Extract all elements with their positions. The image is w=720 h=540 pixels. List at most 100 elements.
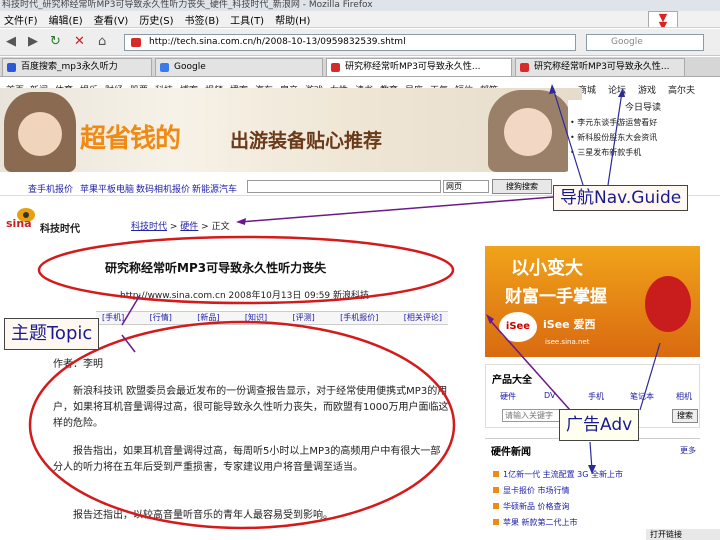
- channel-name: 科技时代: [40, 224, 80, 235]
- products-heading: 产品大全: [492, 375, 532, 386]
- product-category[interactable]: 笔记本: [630, 391, 654, 402]
- product-category[interactable]: DV: [544, 391, 556, 400]
- quick-link[interactable]: 查手机报价: [28, 182, 73, 195]
- ad-url: isee.sina.net: [545, 338, 590, 346]
- menu-bar: 文件(F) 编辑(E) 查看(V) 历史(S) 书签(B) 工具(T) 帮助(H…: [0, 11, 720, 28]
- banner-subtitle: 出游装备贴心推荐: [230, 130, 383, 152]
- product-category[interactable]: 相机: [676, 391, 692, 402]
- breadcrumb: 科技时代 > 硬件 > 正文: [131, 222, 230, 232]
- tab-baidu[interactable]: 百度搜索_mp3永久听力: [2, 58, 152, 76]
- hardware-news-panel: 硬件新闻 更多 1亿新一代 主流配置 3G 全新上市 显卡报价 市场行情 华硕新…: [485, 438, 700, 538]
- ad-logo-icon: iSee: [499, 312, 537, 342]
- article-author: 作者：李明: [53, 359, 103, 370]
- arrow-nav-breadcrumb: [239, 196, 554, 223]
- sina-logo-icon[interactable]: sina: [6, 206, 40, 228]
- channel-link[interactable]: 游戏: [638, 83, 656, 96]
- search-placeholder: Google: [611, 37, 643, 47]
- tag-link[interactable]: [评测]: [293, 312, 315, 324]
- arrow-head: [236, 218, 246, 225]
- google-icon: [160, 63, 169, 72]
- product-category[interactable]: 手机: [588, 391, 604, 402]
- url-bar[interactable]: http://tech.sina.com.cn/h/2008-10-13/095…: [124, 34, 576, 51]
- ad-brand: iSee 爱西: [543, 318, 596, 331]
- product-search-input[interactable]: 请输入关键字: [502, 409, 562, 422]
- article-paragraph: 报告还指出，以较高音量听音乐的青年人最容易受到影响。: [73, 510, 333, 521]
- product-search-button[interactable]: 搜索: [672, 409, 698, 423]
- article-paragraph: 新浪科技讯 欧盟委员会最近发布的一份调查报告显示，对于经常使用便携式MP3的用户…: [53, 386, 449, 429]
- tab-label: 研究称经常听MP3可导致永久性...: [534, 62, 670, 72]
- today-guide: 今日导读 • 李元东谈手游运营看好 • 新科股份股东大会资讯 • 三星发布新款手…: [568, 100, 718, 176]
- quick-link[interactable]: 数码相机报价: [136, 182, 190, 195]
- annotation-topic: 主题Topic: [4, 318, 100, 350]
- window-title: 科技时代_研究称经常听MP3可导致永久性听力丧失_硬件_科技时代_新浪网 - M…: [0, 0, 720, 11]
- hardware-news-item[interactable]: 1亿新一代 主流配置 3G 全新上市: [493, 469, 623, 480]
- article-tag-bar: [手机] [行情] [新品] [知识] [评测] [手机报价] [相关评论]: [96, 311, 448, 325]
- annotation-nav-guide: 导航Nav.Guide: [553, 185, 689, 211]
- banner-face-right: [504, 108, 552, 156]
- svg-text:sina: sina: [6, 217, 32, 228]
- advertisement-banner[interactable]: 以小变大 财富一手掌握 iSee iSee 爱西 isee.sina.net: [485, 246, 700, 357]
- quick-link[interactable]: 新能源汽车: [192, 182, 237, 195]
- channel-link[interactable]: 论坛: [608, 83, 626, 96]
- tab-bar: 百度搜索_mp3永久听力 Google 研究称经常听MP3可导致永久性... 研…: [0, 57, 720, 77]
- stop-icon[interactable]: ✕: [74, 34, 85, 49]
- breadcrumb-item[interactable]: 硬件: [180, 222, 198, 232]
- tab-article-active[interactable]: 研究称经常听MP3可导致永久性...: [326, 58, 512, 76]
- quick-link[interactable]: 苹果平板电脑: [80, 182, 134, 195]
- menu-tools[interactable]: 工具(T): [230, 12, 264, 27]
- hardware-news-heading: 硬件新闻: [491, 447, 531, 458]
- tab-article-2[interactable]: 研究称经常听MP3可导致永久性...: [515, 58, 685, 76]
- reload-icon[interactable]: ↻: [50, 34, 61, 49]
- back-button[interactable]: ◀: [6, 34, 16, 49]
- forward-button[interactable]: ▶: [28, 34, 38, 49]
- tab-google[interactable]: Google: [155, 58, 323, 76]
- today-guide-item[interactable]: • 李元东谈手游运营看好: [570, 117, 718, 128]
- navigation-toolbar: ◀ ▶ ↻ ✕ ⌂ http://tech.sina.com.cn/h/2008…: [0, 29, 720, 56]
- product-search-placeholder: 请输入关键字: [505, 411, 553, 420]
- download-arrow-icon[interactable]: ▼▼▼: [648, 11, 678, 27]
- breadcrumb-item[interactable]: 科技时代: [131, 222, 167, 232]
- menu-bookmarks[interactable]: 书签(B): [185, 12, 220, 27]
- site-search-button[interactable]: 搜狗搜索: [492, 179, 552, 194]
- hardware-news-more[interactable]: 更多: [680, 445, 696, 456]
- promo-banner[interactable]: 超省钱的 出游装备贴心推荐: [0, 88, 582, 172]
- tag-link[interactable]: [手机]: [102, 312, 124, 324]
- hardware-news-item[interactable]: 显卡报价 市场行情: [493, 485, 570, 496]
- product-category[interactable]: 硬件: [500, 391, 516, 402]
- tag-link[interactable]: [行情]: [150, 312, 172, 324]
- sina-favicon-icon: [131, 38, 141, 47]
- annotation-advertisement: 广告Adv: [559, 409, 640, 441]
- tag-link[interactable]: [新品]: [197, 312, 219, 324]
- channel-link[interactable]: 高尔夫: [668, 83, 695, 96]
- today-guide-item[interactable]: • 三星发布新款手机: [570, 147, 718, 158]
- ad-mascot: [645, 276, 691, 332]
- tab-label: Google: [174, 62, 206, 72]
- menu-help[interactable]: 帮助(H): [275, 12, 310, 27]
- today-guide-item[interactable]: • 新科股份股东大会资讯: [570, 132, 718, 143]
- menu-view[interactable]: 查看(V): [94, 12, 129, 27]
- sina-icon: [520, 63, 529, 72]
- breadcrumb-current: 正文: [211, 222, 230, 232]
- menu-edit[interactable]: 编辑(E): [49, 12, 83, 27]
- banner-title: 超省钱的: [80, 124, 181, 154]
- hardware-news-item[interactable]: 苹果 新款第二代上市: [493, 517, 578, 528]
- arrow-topic-body: [121, 334, 136, 353]
- menu-file[interactable]: 文件(F): [4, 12, 38, 27]
- hardware-news-item[interactable]: 华硕新品 价格查询: [493, 501, 570, 512]
- article-paragraph: 报告指出，如果耳机音量调得过高，每周听5小时以上MP3的高频用户中有很大一部分人…: [53, 446, 441, 473]
- today-guide-heading: 今日导读: [624, 103, 661, 113]
- tag-link[interactable]: [相关评论]: [404, 312, 442, 324]
- search-type-select[interactable]: 网页: [443, 180, 489, 193]
- tab-label: 百度搜索_mp3永久听力: [21, 62, 118, 72]
- home-icon[interactable]: ⌂: [98, 34, 106, 49]
- screenshot-root: 科技时代_研究称经常听MP3可导致永久性听力丧失_硬件_科技时代_新浪网 - M…: [0, 0, 720, 540]
- tab-label: 研究称经常听MP3可导致永久性...: [345, 62, 481, 72]
- article-headline: 研究称经常听MP3可导致永久性听力丧失: [105, 261, 327, 275]
- site-search-input[interactable]: [247, 180, 441, 193]
- tag-link[interactable]: [知识]: [245, 312, 267, 324]
- menu-history[interactable]: 历史(S): [139, 12, 173, 27]
- ad-headline: 以小变大: [511, 258, 583, 279]
- search-input[interactable]: Google: [586, 34, 704, 51]
- tag-link[interactable]: [手机报价]: [340, 312, 378, 324]
- sina-icon: [331, 63, 340, 72]
